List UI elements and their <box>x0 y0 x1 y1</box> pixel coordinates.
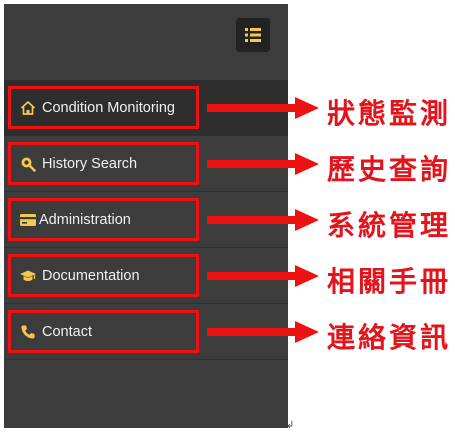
arrow-right-icon <box>207 265 319 287</box>
menu-toggle-button[interactable] <box>236 18 270 52</box>
annotation-row: 相關手冊 <box>0 248 455 304</box>
annotation-label: 歷史查詢 <box>327 153 452 186</box>
arrow-right-icon <box>207 321 319 343</box>
annotation-label: 相關手冊 <box>327 265 452 298</box>
text-cursor-icon: ↲ <box>286 420 295 431</box>
annotation-row: 連絡資訊 <box>0 304 455 360</box>
arrow-right-icon <box>207 153 319 175</box>
annotation-label: 系統管理 <box>327 209 452 242</box>
annotation-row: 歷史查詢 <box>0 136 455 192</box>
annotation-label: 連絡資訊 <box>327 321 452 354</box>
arrow-right-icon <box>207 209 319 231</box>
annotation-label: 狀態監測 <box>327 97 452 130</box>
arrow-right-icon <box>207 97 319 119</box>
annotation-row: 狀態監測 <box>0 80 455 136</box>
annotation-row: 系統管理 <box>0 192 455 248</box>
sidebar-header <box>4 4 288 80</box>
list-icon <box>245 28 261 42</box>
